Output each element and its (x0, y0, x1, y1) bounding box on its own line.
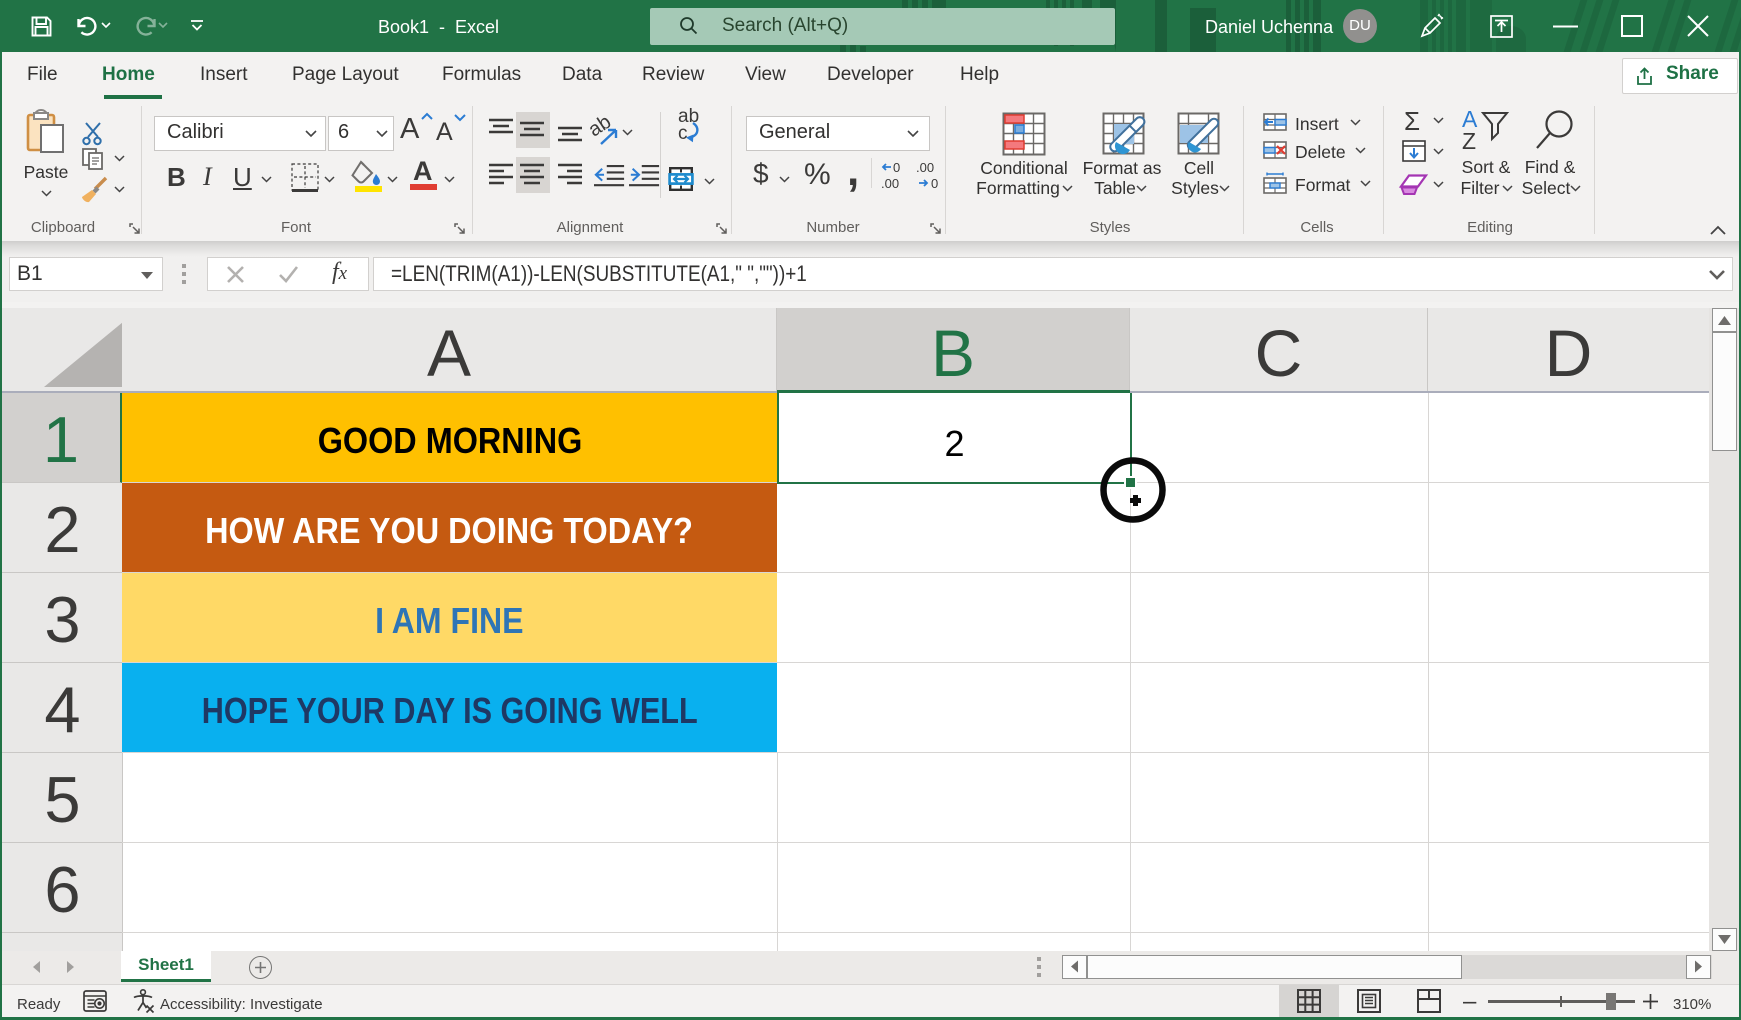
svg-text:0: 0 (893, 160, 900, 175)
svg-text:.00: .00 (881, 176, 899, 191)
svg-text:.00: .00 (916, 160, 934, 175)
